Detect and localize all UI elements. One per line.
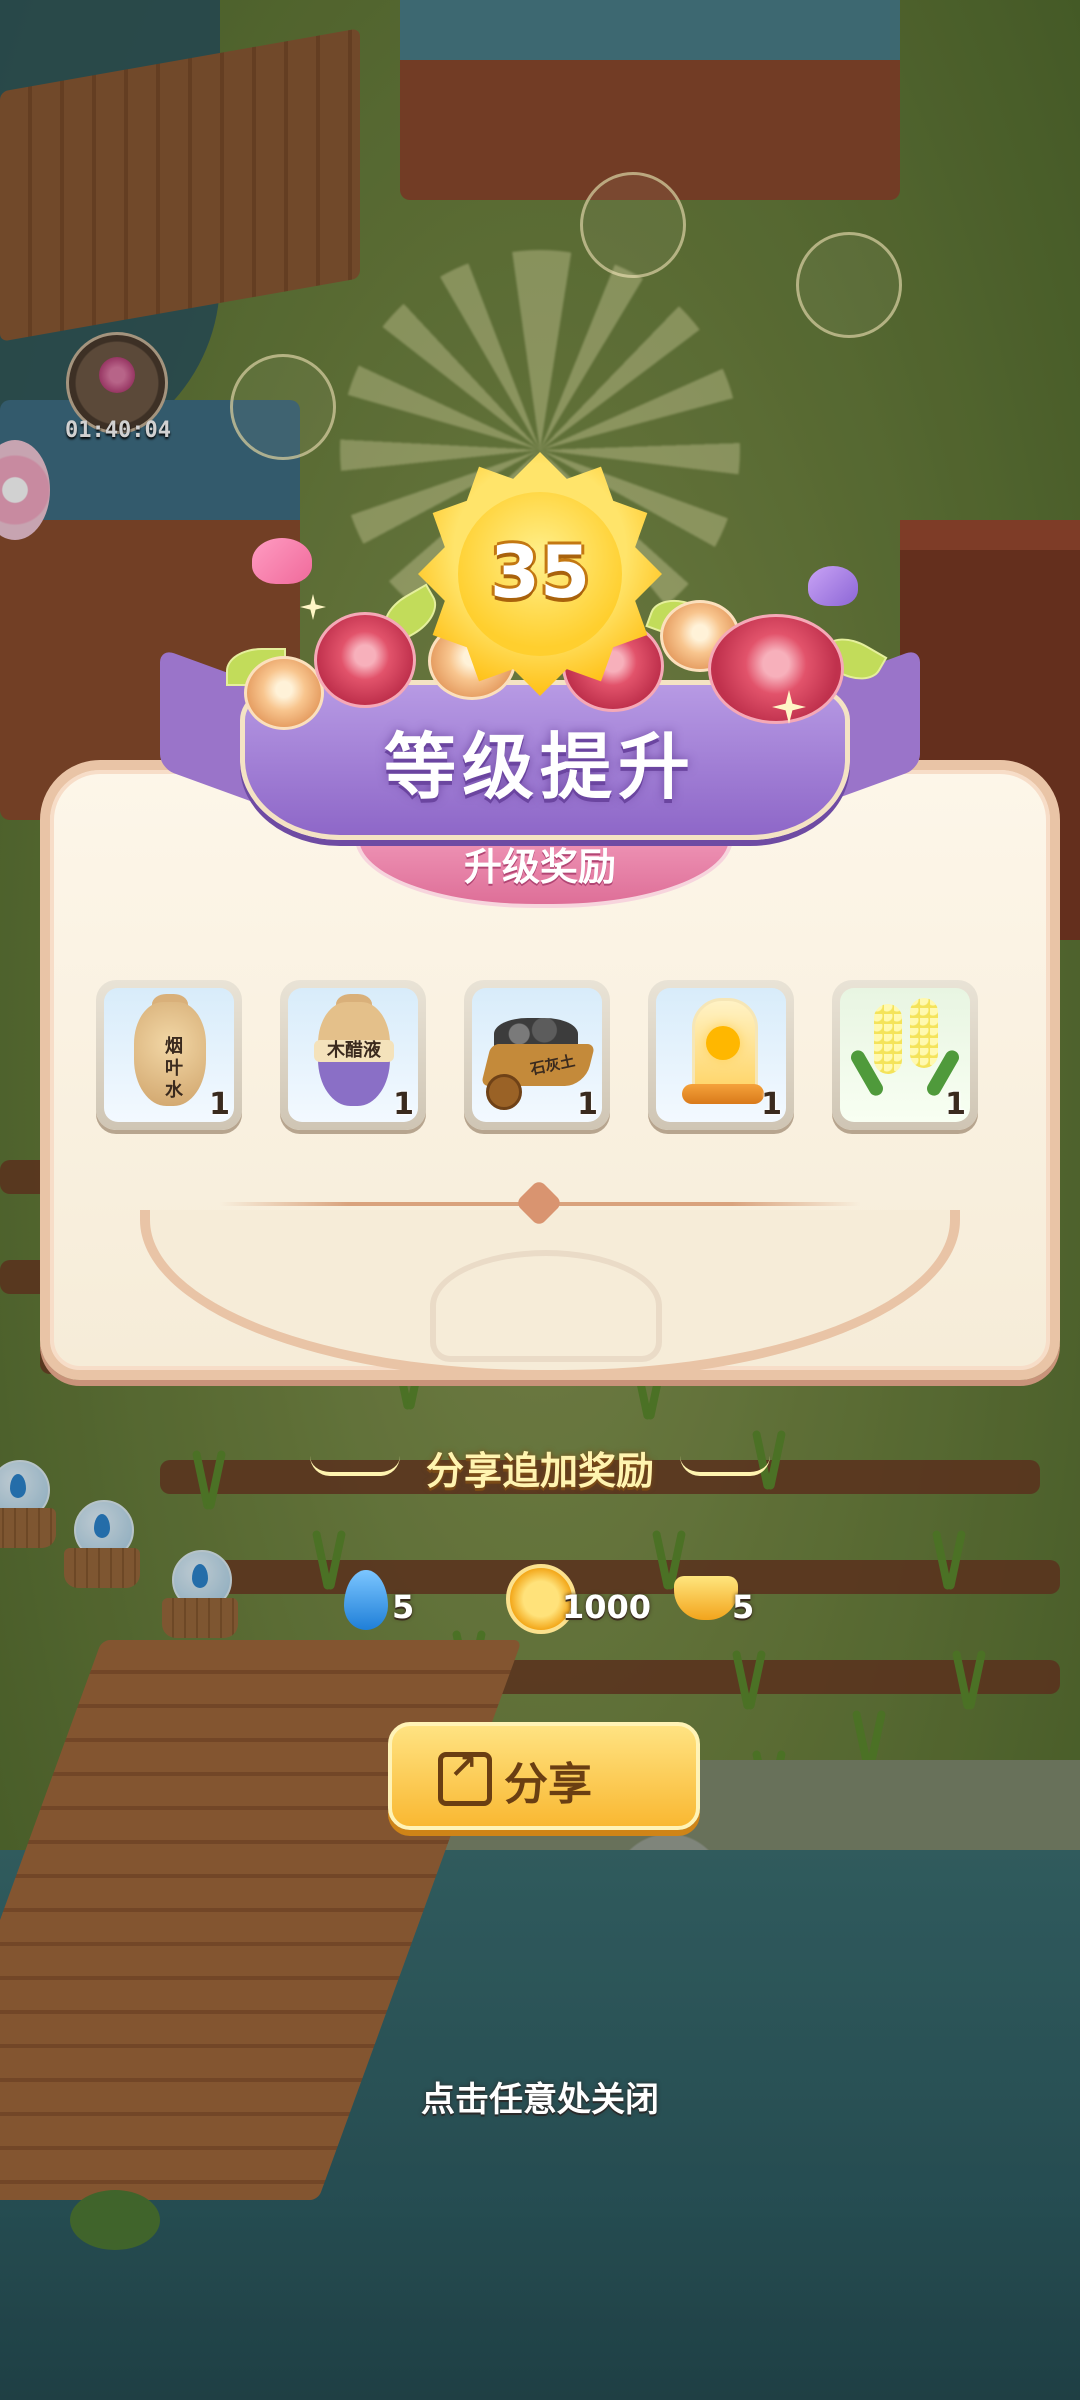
reward-count: 1 <box>945 1087 966 1122</box>
butterfly-icon <box>252 538 312 584</box>
share-bonus-title: 分享追加奖励 <box>425 1449 654 1493</box>
reward-item[interactable]: 1 <box>648 980 794 1130</box>
bonus-count: 5 <box>392 1588 415 1626</box>
reward-item[interactable]: 1 <box>832 980 978 1130</box>
panel-watermark <box>430 1250 662 1362</box>
peach-rose-icon <box>244 656 324 730</box>
red-rose-icon <box>314 612 416 708</box>
cart-wheel <box>486 1074 522 1110</box>
bonus-count: 1000 <box>562 1588 652 1626</box>
reward-item-label: 木醋液 <box>314 1040 394 1062</box>
share-icon <box>438 1747 492 1806</box>
share-button-label: 分享 <box>504 1759 592 1810</box>
reward-item[interactable]: 石灰土 1 <box>464 980 610 1130</box>
dome-base <box>682 1084 764 1104</box>
reward-count: 1 <box>761 1087 782 1122</box>
bonus-count: 5 <box>732 1588 755 1626</box>
hyacinth-flower-icon <box>910 998 938 1068</box>
close-hint[interactable]: 点击任意处关闭 <box>340 2072 740 2121</box>
hyacinth-flower-icon <box>874 1004 902 1074</box>
subtitle-label: 升级奖励 <box>463 845 616 889</box>
reward-count: 1 <box>577 1087 598 1122</box>
butterfly-icon <box>808 566 858 606</box>
sun-icon <box>706 1026 740 1060</box>
reward-item[interactable]: 木醋液 1 <box>280 980 426 1130</box>
reward-count: 1 <box>209 1087 230 1122</box>
title-label: 等级提升 <box>383 725 696 809</box>
share-button[interactable]: 分享 <box>388 1722 700 1830</box>
reward-count: 1 <box>393 1087 414 1122</box>
reward-item[interactable]: 烟叶水 1 <box>96 980 242 1130</box>
reward-item-label: 烟叶水 <box>165 1036 183 1101</box>
level-number: 35 <box>489 530 591 614</box>
